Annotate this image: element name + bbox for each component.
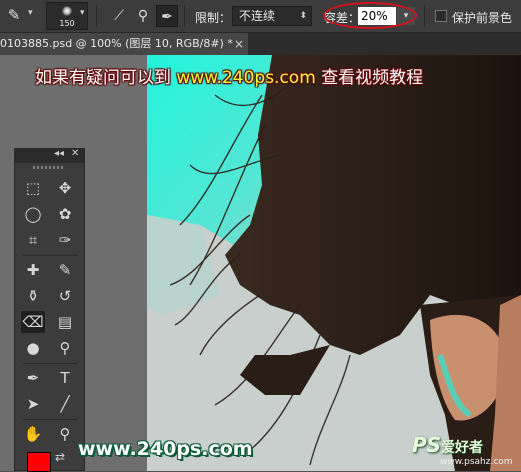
limits-label: 限制： — [195, 11, 232, 25]
sampling-swatch-icon[interactable]: ✒ — [156, 5, 178, 27]
blur-tool-icon[interactable]: ● — [21, 337, 45, 359]
limits-value: 不连续 — [239, 9, 276, 23]
toolbox-divider — [23, 255, 77, 256]
sampling-once-icon[interactable]: ⚲ — [132, 5, 154, 27]
tools-panel-header: ◂◂ ✕ — [15, 148, 84, 163]
type-tool-icon[interactable]: T — [53, 367, 77, 389]
document-tab-bar: 0103885.psd @ 100% (图层 10, RGB/8#) * × — [0, 33, 521, 55]
select-arrows-icon: ⬍ — [299, 11, 307, 21]
quick-selection-tool-icon[interactable]: ✿ — [53, 203, 77, 225]
brush-size-value: 150 — [59, 19, 75, 28]
watermark-site: www.psahz.com — [440, 457, 513, 467]
pen-tool-icon[interactable]: ✒ — [21, 367, 45, 389]
tolerance-label: 容差： — [324, 11, 361, 25]
document-tab[interactable]: 0103885.psd @ 100% (图层 10, RGB/8#) * × — [0, 33, 248, 55]
options-bar: ✎ ▾ 150 ▾ ⟋ ⚲ ✒ 限制： 不连续 ⬍ 容差： 20% ▾ 保护前景… — [0, 0, 521, 33]
limits-select[interactable]: 不连续 ⬍ — [232, 6, 312, 26]
watermark-logo-cn: 爱好者 — [441, 440, 484, 456]
tutorial-caption: 如果有疑问可以到 www.240ps.com 查看视频教程 — [35, 63, 423, 88]
move-tool-icon[interactable]: ✥ — [53, 177, 77, 199]
eraser-tool-icon[interactable]: ⌫ — [21, 311, 45, 333]
tools-panel: ◂◂ ✕ ⬚ ✥ ◯ ✿ ⌗ ✑ ✚ ✎ ⚱ ↺ ⌫ ▤ ● ⚲ ✒ T ➤ ╱… — [14, 148, 85, 472]
foreground-color-swatch[interactable] — [27, 452, 51, 472]
close-tab-icon[interactable]: × — [234, 33, 244, 55]
caption-prefix: 如果有疑问可以到 — [35, 68, 171, 88]
marquee-tool-icon[interactable]: ⬚ — [21, 177, 45, 199]
tool-preset-dropdown-icon[interactable]: ▾ — [28, 8, 33, 18]
brush-tip-preview — [62, 6, 72, 16]
zoom-tool-icon[interactable]: ⚲ — [53, 423, 77, 445]
collapse-panel-icon[interactable]: ◂◂ — [54, 148, 64, 159]
line-tool-icon[interactable]: ╱ — [53, 393, 77, 415]
toolbox-divider — [23, 363, 77, 364]
brush-picker-arrow-icon[interactable]: ▾ — [80, 8, 85, 18]
toolbox-divider — [23, 419, 77, 420]
panel-grip[interactable] — [33, 166, 65, 169]
dodge-tool-icon[interactable]: ⚲ — [53, 337, 77, 359]
watermark-logo: PS爱好者 — [412, 433, 483, 457]
separator — [424, 5, 425, 27]
gradient-tool-icon[interactable]: ▤ — [53, 311, 77, 333]
separator — [96, 5, 97, 27]
separator — [184, 5, 185, 27]
document-title: 0103885.psd @ 100% (图层 10, RGB/8#) * — [0, 37, 233, 50]
hand-tool-icon[interactable]: ✋ — [21, 423, 45, 445]
eyedropper-tool-icon[interactable]: ✑ — [53, 229, 77, 251]
caption-suffix: 查看视频教程 — [321, 68, 424, 88]
close-panel-icon[interactable]: ✕ — [71, 148, 79, 159]
tolerance-input[interactable]: 20% — [358, 7, 396, 25]
lasso-tool-icon[interactable]: ◯ — [21, 203, 45, 225]
brush-tool-icon[interactable]: ✎ — [53, 259, 77, 281]
sampling-continuous-icon[interactable]: ⟋ — [108, 5, 130, 27]
protect-foreground-label: 保护前景色 — [452, 11, 513, 25]
crop-tool-icon[interactable]: ⌗ — [21, 229, 45, 251]
protect-foreground-checkbox[interactable] — [435, 10, 447, 22]
tolerance-slider-arrow-icon[interactable]: ▾ — [397, 7, 415, 25]
swap-colors-icon[interactable]: ⇄ — [55, 449, 71, 465]
path-selection-tool-icon[interactable]: ➤ — [21, 393, 45, 415]
background-eraser-icon[interactable]: ✎ — [4, 5, 24, 25]
healing-brush-tool-icon[interactable]: ✚ — [21, 259, 45, 281]
history-brush-tool-icon[interactable]: ↺ — [53, 285, 77, 307]
caption-url: www.240ps.com — [176, 68, 316, 88]
watermark-url: www.240ps.com — [78, 438, 253, 460]
clone-stamp-tool-icon[interactable]: ⚱ — [21, 285, 45, 307]
watermark-logo-ps: PS — [412, 433, 442, 457]
